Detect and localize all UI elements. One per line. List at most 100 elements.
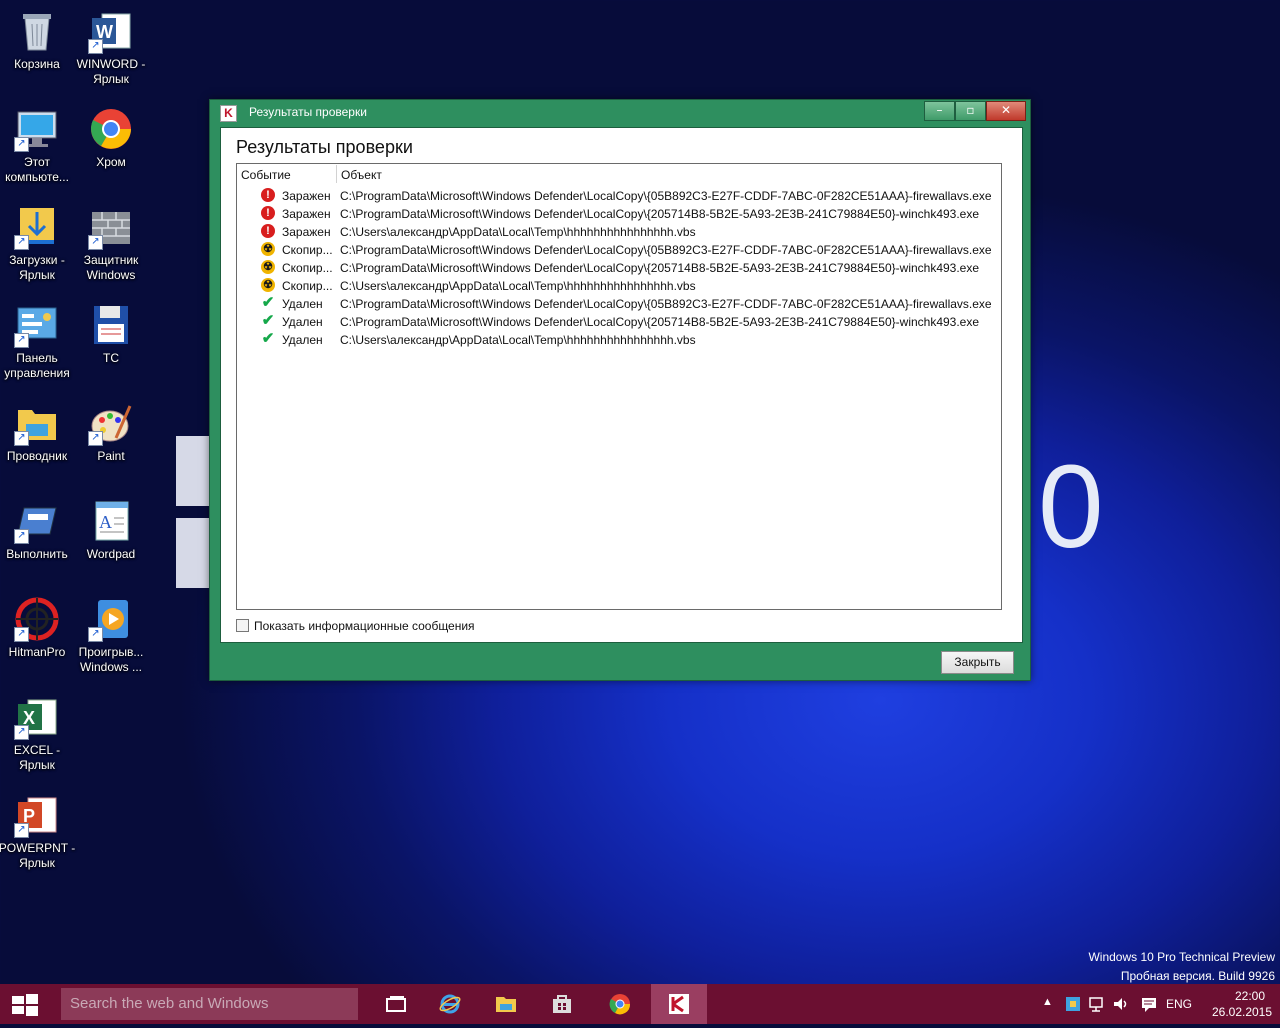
language-indicator[interactable]: ENG bbox=[1166, 997, 1192, 1011]
maximize-button[interactable]: ▫ bbox=[955, 101, 986, 121]
shortcut-arrow-icon: ↗ bbox=[14, 431, 29, 446]
shortcut-arrow-icon: ↗ bbox=[14, 137, 29, 152]
taskbar-task-view[interactable] bbox=[368, 984, 424, 1024]
result-row[interactable]: ✔ Удален C:\ProgramData\Microsoft\Windows … bbox=[237, 312, 1001, 330]
icon-label: Paint bbox=[97, 449, 125, 463]
start-button[interactable] bbox=[0, 984, 50, 1024]
action-center-icon[interactable] bbox=[1140, 995, 1158, 1013]
desktop-icon-wordpad[interactable]: A Wordpad bbox=[72, 498, 150, 562]
result-row[interactable]: ☢ Скопир... C:\ProgramData\Microsoft\Windo… bbox=[237, 240, 1001, 258]
row-status: Скопир... bbox=[282, 279, 333, 293]
taskbar-file-explorer[interactable] bbox=[478, 984, 534, 1024]
network-icon[interactable] bbox=[1088, 995, 1106, 1013]
icon-label: Хром bbox=[96, 155, 126, 169]
clock-date[interactable]: 26.02.2015 bbox=[1204, 1005, 1280, 1019]
computer-icon: ↗ bbox=[14, 106, 60, 152]
windows-start-icon bbox=[12, 994, 38, 1016]
icon-label: TC bbox=[103, 351, 119, 365]
result-row[interactable]: ! Заражен C:\ProgramData\Microsoft\Windows… bbox=[237, 204, 1001, 222]
column-header-event[interactable]: Событие bbox=[241, 168, 291, 182]
close-window-button[interactable]: ✕ bbox=[986, 101, 1026, 121]
row-status: Заражен bbox=[282, 207, 331, 221]
close-button[interactable]: Закрыть bbox=[941, 651, 1014, 674]
list-header: Событие Объект bbox=[237, 164, 1001, 184]
internet-explorer-icon bbox=[439, 994, 461, 1014]
paint-palette-icon: ↗ bbox=[88, 400, 134, 446]
desktop-icon-chrome[interactable]: Хром bbox=[72, 106, 150, 170]
radiation-icon: ☢ bbox=[261, 242, 275, 256]
volume-icon[interactable] bbox=[1112, 995, 1130, 1013]
icon-label: Загрузки - Ярлык bbox=[9, 253, 65, 282]
row-object-path: C:\ProgramData\Microsoft\Windows Defende… bbox=[340, 261, 980, 275]
column-separator[interactable] bbox=[336, 165, 337, 183]
icon-label: Защитник Windows bbox=[83, 253, 139, 282]
chrome-icon bbox=[88, 106, 134, 152]
icon-label: POWERPNT - Ярлык bbox=[0, 841, 76, 870]
security-tray-icon[interactable] bbox=[1064, 995, 1082, 1013]
infected-icon: ! bbox=[261, 206, 275, 220]
icon-label: Этот компьюте... bbox=[5, 155, 69, 184]
desktop-icon-hitmanpro[interactable]: ↗ HitmanPro bbox=[0, 596, 76, 660]
desktop-icon-control-panel[interactable]: ↗ Панель управления bbox=[0, 302, 76, 381]
shortcut-arrow-icon: ↗ bbox=[88, 431, 103, 446]
column-header-object[interactable]: Объект bbox=[341, 168, 382, 182]
result-row[interactable]: ✔ Удален C:\Users\александр\AppData\Local\… bbox=[237, 330, 1001, 348]
taskbar-internet-explorer[interactable] bbox=[422, 984, 478, 1024]
desktop-icon-downloads[interactable]: ↗ Загрузки - Ярлык bbox=[0, 204, 76, 283]
result-row[interactable]: ! Заражен C:\ProgramData\Microsoft\Windows… bbox=[237, 186, 1001, 204]
control-panel-icon: ↗ bbox=[14, 302, 60, 348]
desktop-icon-explorer[interactable]: ↗ Проводник bbox=[0, 400, 76, 464]
floppy-disk-icon bbox=[88, 302, 134, 348]
icon-label: HitmanPro bbox=[8, 645, 66, 659]
taskbar-store[interactable] bbox=[534, 984, 590, 1024]
logo-pane-bottom bbox=[176, 518, 210, 588]
recycle-bin-icon bbox=[14, 8, 60, 54]
row-object-path: C:\ProgramData\Microsoft\Windows Defende… bbox=[340, 207, 980, 221]
folder-icon: ↗ bbox=[14, 400, 60, 446]
desktop-icon-excel[interactable]: X ↗ EXCEL - Ярлык bbox=[0, 694, 76, 773]
row-status: Скопир... bbox=[282, 261, 333, 275]
defender-wall-icon: ↗ bbox=[88, 204, 134, 250]
show-info-toggle[interactable]: Показать информационные сообщения bbox=[236, 619, 475, 633]
hitmanpro-icon: ↗ bbox=[14, 596, 60, 642]
icon-label: EXCEL - Ярлык bbox=[13, 743, 61, 772]
checkmark-icon: ✔ bbox=[261, 312, 275, 329]
desktop-icon-paint[interactable]: ↗ Paint bbox=[72, 400, 150, 464]
results-list[interactable]: Событие Объект ! Заражен C:\ProgramData\Mi… bbox=[236, 163, 1002, 610]
row-status: Заражен bbox=[282, 189, 331, 203]
shortcut-arrow-icon: ↗ bbox=[14, 725, 29, 740]
row-object-path: C:\ProgramData\Microsoft\Windows Defende… bbox=[340, 297, 992, 311]
minimize-button[interactable]: – bbox=[924, 101, 955, 121]
show-hidden-icons-icon[interactable]: ▲ bbox=[1042, 996, 1053, 1008]
desktop-icon-powerpoint[interactable]: P ↗ POWERPNT - Ярлык bbox=[0, 792, 76, 871]
desktop-icon-winword[interactable]: W ↗ WINWORD - Ярлык bbox=[72, 8, 150, 87]
shortcut-arrow-icon: ↗ bbox=[88, 627, 103, 642]
result-row[interactable]: ✔ Удален C:\ProgramData\Microsoft\Windows … bbox=[237, 294, 1001, 312]
result-row[interactable]: ☢ Скопир... C:\Users\александр\AppData\Loc… bbox=[237, 276, 1001, 294]
desktop-icon-run[interactable]: ↗ Выполнить bbox=[0, 498, 76, 562]
desktop-icon-media-player[interactable]: ↗ Проигрыв... Windows ... bbox=[72, 596, 150, 675]
search-input[interactable]: Search the web and Windows bbox=[61, 988, 358, 1020]
desktop-icon-tc[interactable]: TC bbox=[72, 302, 150, 366]
build-watermark-line2: Пробная версия. Build 9926 bbox=[1120, 969, 1275, 983]
icon-label: Проигрыв... Windows ... bbox=[78, 645, 144, 674]
title-bar[interactable]: K Результаты проверки – ▫ ✕ bbox=[210, 100, 1030, 126]
desktop-icon-windows-defender[interactable]: ↗ Защитник Windows bbox=[72, 204, 150, 283]
show-info-checkbox[interactable] bbox=[236, 619, 249, 632]
clock-time[interactable]: 22:00 bbox=[1220, 989, 1280, 1003]
desktop-icon-recycle-bin[interactable]: Корзина bbox=[0, 8, 76, 72]
shortcut-arrow-icon: ↗ bbox=[14, 529, 29, 544]
row-object-path: C:\ProgramData\Microsoft\Windows Defende… bbox=[340, 315, 980, 329]
build-watermark-line1: Windows 10 Pro Technical Preview bbox=[1088, 950, 1275, 964]
shortcut-arrow-icon: ↗ bbox=[14, 235, 29, 250]
result-row[interactable]: ! Заражен C:\Users\александр\AppData\Local… bbox=[237, 222, 1001, 240]
row-status: Удален bbox=[282, 315, 323, 329]
taskbar-chrome[interactable] bbox=[592, 984, 648, 1024]
chrome-icon bbox=[609, 994, 631, 1015]
row-status: Удален bbox=[282, 297, 323, 311]
desktop-icon-this-pc[interactable]: ↗ Этот компьюте... bbox=[0, 106, 76, 185]
taskbar-kaspersky[interactable] bbox=[651, 984, 707, 1024]
panel-heading: Результаты проверки bbox=[236, 137, 413, 157]
powerpoint-icon: P ↗ bbox=[14, 792, 60, 838]
result-row[interactable]: ☢ Скопир... C:\ProgramData\Microsoft\Windo… bbox=[237, 258, 1001, 276]
